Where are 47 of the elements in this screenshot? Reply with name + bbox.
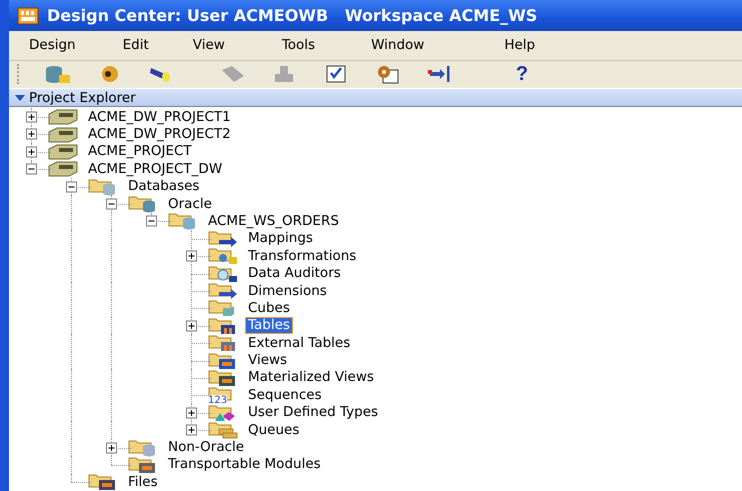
- tree-item[interactable]: Queues: [245, 422, 302, 439]
- tree-item[interactable]: ACME_PROJECT: [85, 143, 195, 160]
- tree-item[interactable]: Mappings: [245, 230, 316, 248]
- window-title: Design Center: User ACMEOWB Workspace ACME_WS: [47, 6, 538, 26]
- expand-toggle-icon[interactable]: [66, 181, 77, 192]
- expand-toggle-icon[interactable]: [186, 407, 197, 418]
- expand-toggle-icon[interactable]: [106, 198, 117, 210]
- expand-toggle-icon[interactable]: [26, 112, 37, 123]
- tree-item[interactable]: Views: [245, 352, 290, 370]
- menu-item[interactable]: View: [172, 37, 225, 54]
- tree-item[interactable]: Oracle: [165, 196, 215, 213]
- tree-item[interactable]: Cubes: [245, 300, 293, 317]
- expand-toggle-icon[interactable]: [186, 320, 197, 332]
- tree-item[interactable]: Transportable Modules: [165, 456, 324, 474]
- expand-toggle-icon[interactable]: [186, 424, 197, 436]
- tree-item[interactable]: Tables: [245, 317, 293, 334]
- collapse-triangle-icon[interactable]: [15, 94, 25, 102]
- tree-item[interactable]: Data Auditors: [245, 265, 344, 282]
- tree-item[interactable]: ACME_DW_PROJECT2: [85, 126, 234, 143]
- menu-item[interactable]: Help: [484, 37, 536, 54]
- tree-item[interactable]: ACME_DW_PROJECT1: [85, 108, 234, 126]
- tree-item[interactable]: ACME_WS_ORDERS: [205, 212, 342, 230]
- expand-toggle-icon[interactable]: [186, 250, 197, 262]
- expand-toggle-icon[interactable]: [146, 216, 157, 227]
- menu-item[interactable]: Tools: [262, 37, 316, 54]
- expand-toggle-icon[interactable]: [26, 146, 37, 158]
- menu-item[interactable]: Window: [351, 37, 424, 54]
- tree-item[interactable]: External Tables: [245, 334, 354, 352]
- expand-toggle-icon[interactable]: [26, 164, 37, 175]
- app-icon: [17, 6, 39, 25]
- db-save-icon: [44, 64, 72, 84]
- tree-item[interactable]: Materialized Views: [245, 369, 377, 386]
- expand-toggle-icon[interactable]: [106, 442, 117, 454]
- menu-item[interactable]: Edit: [102, 37, 149, 54]
- panel-title: Project Explorer: [29, 90, 136, 106]
- tree-item[interactable]: User Defined Types: [245, 404, 382, 422]
- expand-toggle-icon[interactable]: [26, 128, 37, 140]
- help-button[interactable]: ?: [506, 62, 538, 86]
- tree-item[interactable]: ACME_PROJECT_DW: [85, 160, 226, 178]
- tree-item[interactable]: Dimensions: [245, 282, 330, 300]
- tree-item[interactable]: Files: [125, 474, 161, 491]
- toolbar-grip[interactable]: [17, 64, 22, 84]
- menu-item[interactable]: Design: [9, 37, 76, 54]
- tree-item[interactable]: Databases: [125, 178, 202, 196]
- tree-item[interactable]: Transformations: [245, 248, 360, 265]
- tree-item[interactable]: Sequences: [245, 386, 325, 404]
- tree-item[interactable]: Non-Oracle: [165, 439, 248, 456]
